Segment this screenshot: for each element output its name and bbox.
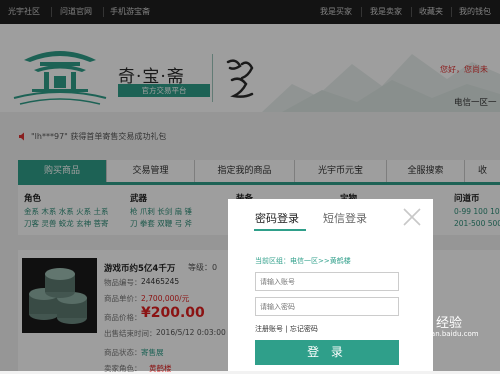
baidu-watermark: Bai 经验 jingyan.baidu.com bbox=[392, 312, 479, 338]
auth-links: 注册账号 | 忘记密码 bbox=[255, 324, 318, 334]
register-link[interactable]: 注册账号 bbox=[255, 325, 283, 333]
account-input[interactable] bbox=[255, 272, 399, 291]
password-input[interactable] bbox=[255, 297, 399, 316]
login-modal: 密码登录 短信登录 当前区组：电信一区>>黄鹤楼 注册账号 | 忘记密码 登 录 bbox=[228, 199, 433, 371]
close-icon[interactable] bbox=[401, 206, 423, 228]
links-separator: | bbox=[285, 325, 288, 333]
current-region-text: 当前区组：电信一区>>黄鹤楼 bbox=[255, 257, 351, 265]
paw-icon bbox=[420, 317, 433, 328]
tab-sms-login[interactable]: 短信登录 bbox=[323, 210, 367, 226]
watermark-url: jingyan.baidu.com bbox=[414, 330, 479, 338]
login-button[interactable]: 登 录 bbox=[255, 340, 399, 365]
tab-password-login[interactable]: 密码登录 bbox=[255, 210, 299, 226]
active-tab-underline bbox=[254, 229, 306, 231]
forgot-password-link[interactable]: 忘记密码 bbox=[290, 325, 318, 333]
watermark-jingyan: 经验 bbox=[436, 316, 463, 331]
watermark-brand: Bai bbox=[392, 315, 417, 331]
